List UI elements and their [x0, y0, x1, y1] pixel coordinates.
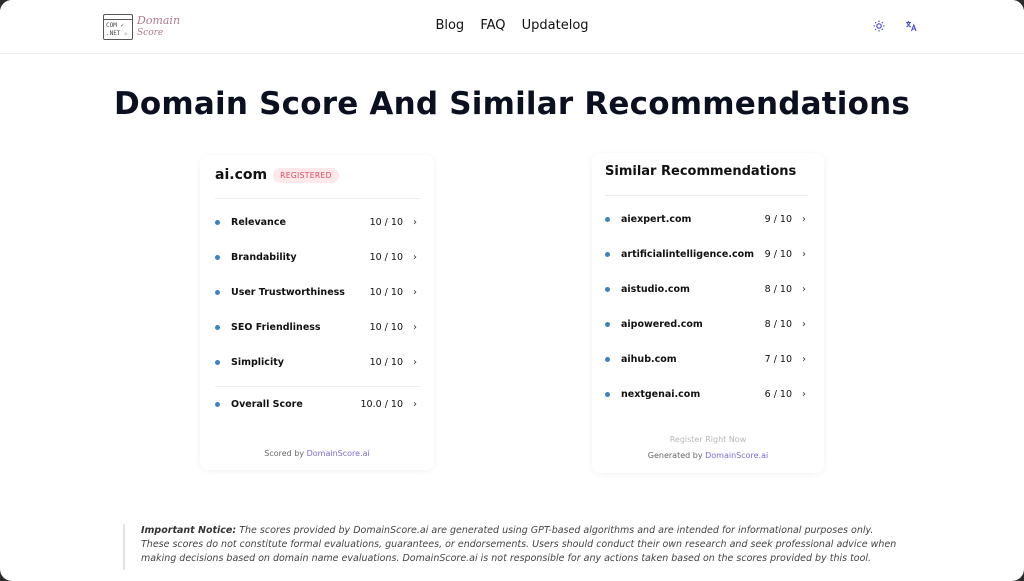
- chevron-right-icon: ›: [413, 216, 417, 228]
- metric-label: Relevance: [231, 216, 286, 228]
- bullet-icon: [605, 356, 610, 362]
- bullet-icon: [215, 254, 220, 260]
- recommendations-title: Similar Recommendations: [605, 164, 797, 179]
- chevron-right-icon: ›: [802, 283, 806, 295]
- metric-row-simplicity[interactable]: Simplicity 10 / 10 ›: [215, 355, 417, 369]
- overall-score-row[interactable]: Overall Score 10.0 / 10 ›: [215, 397, 417, 411]
- bullet-icon: [215, 359, 220, 365]
- recommendation-item[interactable]: aipowered.com 8 / 10 ›: [605, 317, 806, 331]
- metric-value: 10 / 10: [369, 286, 403, 298]
- bullet-icon: [215, 219, 220, 225]
- bullet-icon: [605, 286, 610, 292]
- status-badge: REGISTERED: [273, 167, 339, 183]
- recommended-domain: aiexpert.com: [621, 213, 692, 225]
- metric-label: Simplicity: [231, 356, 284, 368]
- metric-value: 10 / 10: [369, 321, 403, 333]
- page-title: Domain Score And Similar Recommendations: [113, 86, 911, 122]
- recommended-score: 8 / 10: [764, 283, 792, 295]
- chevron-right-icon: ›: [413, 251, 417, 263]
- metric-row-trustworthiness[interactable]: User Trustworthiness 10 / 10 ›: [215, 285, 417, 299]
- bullet-icon: [605, 216, 610, 222]
- recommended-score: 7 / 10: [764, 353, 792, 365]
- recommended-domain: nextgenai.com: [621, 388, 701, 400]
- notice-heading: Important Notice:: [141, 525, 237, 536]
- domain-score-card: ai.com REGISTERED Relevance 10 / 10 › Br…: [200, 155, 434, 470]
- chevron-right-icon: ›: [413, 356, 417, 368]
- metric-row-brandability[interactable]: Brandability 10 / 10 ›: [215, 250, 417, 264]
- notice-text: The scores provided by DomainScore.ai ar…: [141, 525, 897, 564]
- generated-by-footer: Generated by DomainScore.ai: [592, 451, 824, 460]
- bullet-icon: [215, 289, 220, 295]
- recommended-score: 6 / 10: [764, 388, 792, 400]
- bullet-icon: [215, 401, 220, 407]
- metric-value: 10 / 10: [369, 216, 403, 228]
- metric-value: 10 / 10: [369, 356, 403, 368]
- main-nav: Blog FAQ Updatelog: [0, 18, 1024, 33]
- metric-value: 10 / 10: [369, 251, 403, 263]
- recommended-score: 9 / 10: [764, 248, 792, 260]
- overall-label: Overall Score: [231, 398, 303, 410]
- divider: [215, 198, 420, 199]
- domain-header: ai.com REGISTERED: [215, 167, 339, 183]
- divider: [605, 195, 808, 196]
- bullet-icon: [605, 251, 610, 257]
- app-window: COM ✓ .NET ☆ Domain Score Blog FAQ Updat…: [0, 0, 1024, 581]
- metric-row-seo[interactable]: SEO Friendliness 10 / 10 ›: [215, 320, 417, 334]
- scored-by-link[interactable]: DomainScore.ai: [307, 449, 370, 458]
- bullet-icon: [605, 391, 610, 397]
- similar-recommendations-card: Similar Recommendations aiexpert.com 9 /…: [592, 153, 824, 473]
- recommendation-item[interactable]: aiexpert.com 9 / 10 ›: [605, 212, 806, 226]
- chevron-right-icon: ›: [802, 388, 806, 400]
- divider: [215, 386, 420, 387]
- scored-by-text: Scored by: [264, 449, 305, 458]
- metric-label: Brandability: [231, 251, 297, 263]
- chevron-right-icon: ›: [413, 398, 417, 410]
- chevron-right-icon: ›: [413, 321, 417, 333]
- metric-row-relevance[interactable]: Relevance 10 / 10 ›: [215, 215, 417, 229]
- recommendation-item[interactable]: aistudio.com 8 / 10 ›: [605, 282, 806, 296]
- generated-by-text: Generated by: [647, 451, 703, 460]
- chevron-right-icon: ›: [413, 286, 417, 298]
- recommendation-item[interactable]: artificialintelligence.com 9 / 10 ›: [605, 247, 806, 261]
- domain-name: ai.com: [215, 167, 268, 183]
- recommended-domain: aipowered.com: [621, 318, 703, 330]
- metric-label: SEO Friendliness: [231, 321, 321, 333]
- overall-value: 10.0 / 10: [360, 398, 403, 410]
- bullet-icon: [215, 324, 220, 330]
- recommended-domain: aihub.com: [621, 353, 677, 365]
- chevron-right-icon: ›: [802, 248, 806, 260]
- recommended-domain: artificialintelligence.com: [621, 248, 755, 260]
- recommendation-item[interactable]: nextgenai.com 6 / 10 ›: [605, 387, 806, 401]
- translate-icon[interactable]: [905, 20, 917, 35]
- chevron-right-icon: ›: [802, 213, 806, 225]
- register-now-link[interactable]: Register Right Now: [592, 435, 824, 444]
- nav-faq[interactable]: FAQ: [480, 18, 505, 33]
- important-notice: Important Notice: The scores provided by…: [123, 524, 903, 570]
- top-header: COM ✓ .NET ☆ Domain Score Blog FAQ Updat…: [0, 0, 1024, 54]
- chevron-right-icon: ›: [802, 353, 806, 365]
- scored-by-footer: Scored by DomainScore.ai: [200, 449, 434, 458]
- generated-by-link[interactable]: DomainScore.ai: [705, 451, 768, 460]
- recommended-domain: aistudio.com: [621, 283, 690, 295]
- recommended-score: 8 / 10: [764, 318, 792, 330]
- chevron-right-icon: ›: [802, 318, 806, 330]
- recommended-score: 9 / 10: [764, 213, 792, 225]
- sun-icon[interactable]: [873, 20, 885, 35]
- recommendation-item[interactable]: aihub.com 7 / 10 ›: [605, 352, 806, 366]
- metric-label: User Trustworthiness: [231, 286, 345, 298]
- nav-blog[interactable]: Blog: [435, 18, 464, 33]
- bullet-icon: [605, 321, 610, 327]
- nav-updatelog[interactable]: Updatelog: [522, 18, 589, 33]
